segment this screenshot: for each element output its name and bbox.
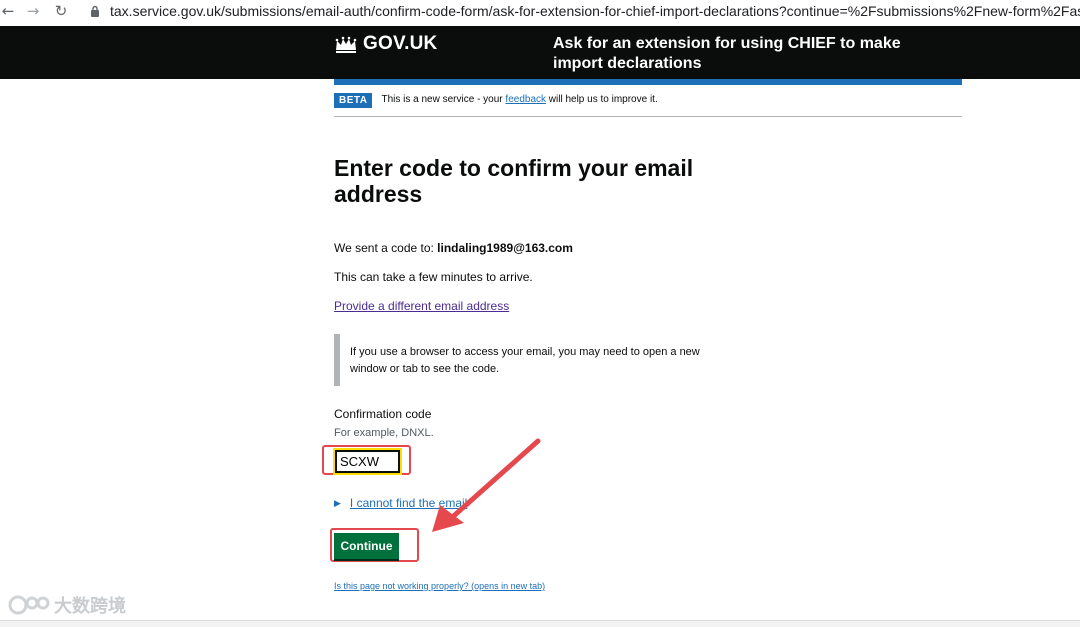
sent-label: We sent a code to: (334, 241, 438, 255)
browser-toolbar: ← → ↻ tax.service.gov.uk/submissions/ema… (0, 0, 1080, 24)
logo-text: GOV.UK (363, 33, 438, 54)
phase-banner-text: This is a new service - your feedback wi… (381, 94, 657, 105)
arrive-text: This can take a few minutes to arrive. (334, 270, 533, 284)
feedback-link[interactable]: feedback (505, 94, 546, 105)
confirmation-code-input[interactable] (333, 448, 402, 475)
address-bar[interactable]: tax.service.gov.uk/submissions/email-aut… (110, 3, 1080, 19)
govuk-logo[interactable]: GOV.UK (334, 33, 437, 55)
annotation-arrow-icon (432, 438, 541, 532)
sent-code-text: We sent a code to: lindaling1989@163.com (334, 241, 573, 255)
disclosure-triangle-icon: ▶ (334, 497, 341, 508)
service-name[interactable]: Ask for an extension for using CHIEF to … (553, 34, 953, 74)
email-address: lindaling1989@163.com (437, 241, 573, 255)
continue-button[interactable]: Continue (334, 533, 399, 559)
different-email-link[interactable]: Provide a different email address (334, 299, 509, 313)
beta-tag: BETA (334, 93, 373, 108)
watermark-text: 大数跨境 (54, 596, 126, 617)
page-bottom-edge (0, 620, 1080, 627)
phase-text-before: This is a new service - your (381, 94, 506, 105)
report-problem-link[interactable]: Is this page not working properly? (open… (334, 581, 545, 591)
page-title: Enter code to confirm your email address (334, 155, 694, 207)
lock-icon (91, 5, 99, 17)
watermark: 大数跨境 (8, 592, 126, 618)
watermark-logo-icon (8, 595, 50, 615)
header-blue-bar (334, 79, 962, 85)
forward-arrow-icon[interactable]: → (25, 2, 41, 20)
crown-icon (335, 36, 357, 53)
reload-icon[interactable]: ↻ (53, 2, 69, 20)
confirmation-code-label: Confirmation code (334, 407, 432, 421)
phase-text-after: will help us to improve it. (546, 94, 658, 105)
back-arrow-icon[interactable]: ← (0, 2, 16, 20)
inset-text: If you use a browser to access your emai… (334, 334, 734, 386)
govuk-header: GOV.UK Ask for an extension for using CH… (0, 26, 1080, 79)
confirmation-code-hint: For example, DNXL. (334, 427, 434, 439)
phase-banner: BETA This is a new service - your feedba… (334, 93, 962, 117)
